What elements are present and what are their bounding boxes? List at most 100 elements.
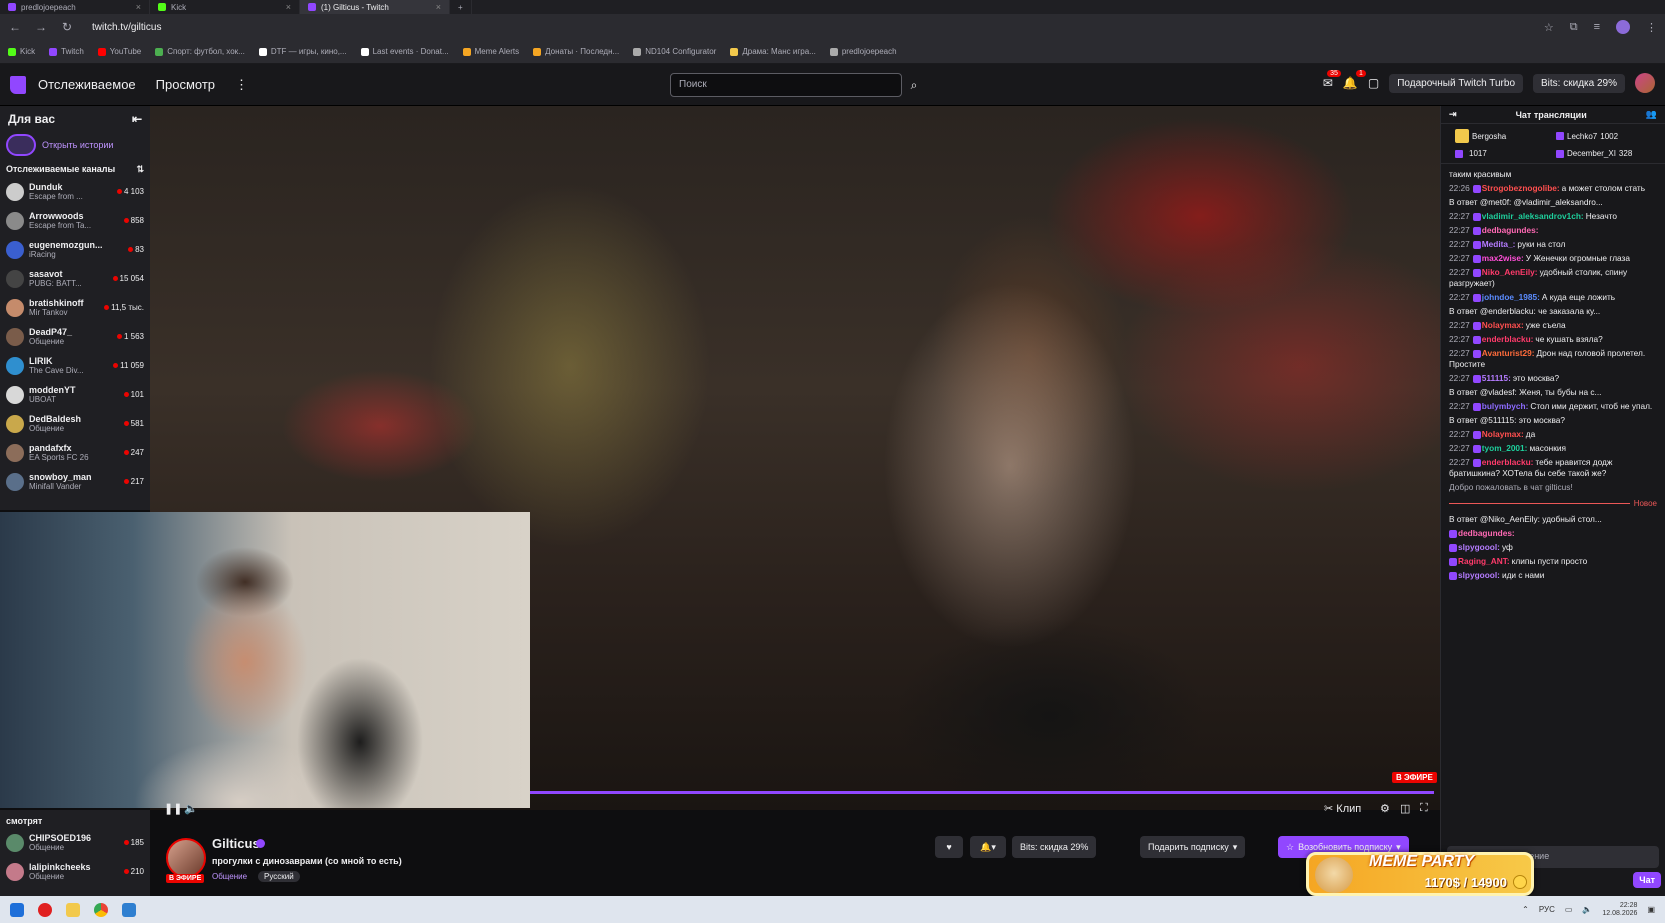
message-user[interactable]: Nolaymax: (1482, 429, 1524, 439)
sidebar-channel[interactable]: sasavot PUBG: BATT... 15 054 (0, 264, 150, 293)
back-icon[interactable]: ← (8, 20, 22, 34)
volume-icon[interactable]: 🔈 (184, 802, 198, 815)
collapse-chat-icon[interactable]: ⇥ (1449, 109, 1457, 120)
nav-more-icon[interactable]: ⋮ (235, 77, 248, 93)
fullscreen-icon[interactable]: ⛶ (1420, 802, 1428, 815)
theatre-mode-icon[interactable]: ◫ (1400, 802, 1410, 815)
message-user[interactable]: bulymbych: (1482, 401, 1529, 411)
sidebar-channel[interactable]: eugenemozgun... iRacing 83 (0, 235, 150, 264)
stream-tag[interactable]: Русский (258, 871, 300, 882)
leaderboard-entry[interactable]: Bergosha (1455, 127, 1550, 145)
stories-button[interactable]: Открыть истории (0, 132, 150, 158)
clock[interactable]: 22:28 12.08.2026 (1602, 902, 1637, 918)
tab-close-icon[interactable]: × (286, 2, 291, 12)
notifications-tray-icon[interactable]: ▣ (1647, 905, 1655, 914)
follow-heart-icon[interactable]: ♥ (935, 836, 963, 858)
tab-close-icon[interactable]: × (436, 2, 441, 12)
bookmark-item[interactable]: ND104 Configurator (633, 47, 716, 56)
leaderboard-entry[interactable]: 1017 (1455, 147, 1550, 160)
user-avatar[interactable] (1635, 73, 1655, 93)
reload-icon[interactable]: ↻ (60, 20, 74, 34)
tab-close-icon[interactable]: × (136, 2, 141, 12)
sidebar-channel[interactable]: pandafxfx EA Sports FC 26 247 (0, 438, 150, 467)
inbox-icon[interactable]: ✉ 35 (1323, 70, 1341, 90)
browser-tab[interactable]: (1) Gilticus - Twitch × (300, 0, 450, 14)
url-field[interactable]: twitch.tv/gilticus (92, 22, 161, 33)
network-icon[interactable]: ▭ (1565, 905, 1573, 914)
browser-menu-icon[interactable]: ⋮ (1646, 21, 1657, 34)
message-user[interactable]: Nolaymax: (1482, 320, 1524, 330)
message-user[interactable]: dedbagundes: (1482, 225, 1539, 235)
bookmark-star-icon[interactable]: ☆ (1544, 21, 1554, 34)
sidebar-channel[interactable]: DeadP47_ Общение 1 563 (0, 322, 150, 351)
leaderboard-entry[interactable]: December_XI 328 (1556, 147, 1651, 160)
message-user[interactable]: slpygoool: (1458, 542, 1500, 552)
twitch-logo-icon[interactable] (10, 75, 26, 94)
message-user[interactable]: Niko_AenEily: (1482, 267, 1538, 277)
streamer-name[interactable]: Gilticus (212, 836, 260, 851)
sidebar-channel[interactable]: LIRIK The Cave Div... 11 059 (0, 351, 150, 380)
message-user[interactable]: enderblacku: (1482, 457, 1534, 467)
bookmark-item[interactable]: predlojoepeach (829, 47, 897, 56)
sidebar-channel[interactable]: DedBaldesh Общение 581 (0, 409, 150, 438)
stream-category[interactable]: Общение (212, 872, 247, 881)
bookmark-item[interactable]: Meme Alerts (462, 47, 519, 56)
notifications-icon[interactable]: 🔔 1 (1343, 70, 1366, 90)
app-icon[interactable] (122, 902, 136, 917)
message-user[interactable]: vladimir_aleksandrov1ch: (1482, 211, 1584, 221)
chat-send-button[interactable]: Чат (1633, 872, 1661, 888)
search-icon[interactable]: ⌕ (903, 73, 925, 97)
sidebar-channel[interactable]: CHIPSOED196 Общение 185 (0, 828, 150, 857)
forward-icon[interactable]: → (34, 20, 48, 34)
chrome-icon[interactable] (94, 902, 108, 917)
player-progress-bar[interactable] (530, 791, 1434, 794)
message-user[interactable]: johndoe_1985: (1482, 292, 1540, 302)
clip-button[interactable]: ✂ Клип (1324, 802, 1361, 815)
extensions-icon[interactable]: ⧉ (1570, 21, 1578, 34)
pause-icon[interactable]: ❚❚ (164, 802, 182, 815)
bookmark-item[interactable]: Донаты · Последн... (533, 47, 619, 56)
file-explorer-icon[interactable] (66, 902, 80, 917)
media-icon[interactable]: ≡ (1594, 21, 1600, 33)
bits-button[interactable]: Bits: скидка 29% (1533, 73, 1625, 93)
message-user[interactable]: tyom_2001: (1482, 443, 1528, 453)
profile-avatar[interactable] (1616, 20, 1630, 34)
sort-icon[interactable]: ⇅ (136, 164, 144, 175)
message-user[interactable]: dedbagundes: (1458, 528, 1515, 538)
bookmark-item[interactable]: Драма: Манс игра... (730, 47, 816, 56)
message-user[interactable]: 511115: (1482, 373, 1511, 383)
streamer-avatar[interactable] (166, 838, 206, 878)
bookmark-item[interactable]: DTF — игры, кино,... (258, 47, 347, 56)
chat-users-icon[interactable]: 👥 (1646, 109, 1657, 120)
browser-tab[interactable]: predlojoepeach × (0, 0, 150, 14)
new-tab-button[interactable]: + (450, 0, 472, 14)
language-indicator[interactable]: РУС (1539, 905, 1555, 914)
message-user[interactable]: slpygoool: (1458, 570, 1500, 580)
search-input[interactable]: Поиск (670, 73, 902, 97)
sidebar-channel[interactable]: moddenYT UBOAT 101 (0, 380, 150, 409)
browser-tab[interactable]: Kick × (150, 0, 300, 14)
gift-sub-button[interactable]: Подарить подписку ▾ (1140, 836, 1246, 858)
bookmark-item[interactable]: YouTube (97, 47, 141, 56)
settings-icon[interactable]: ⚙ (1380, 802, 1390, 815)
whispers-icon[interactable]: ▢ (1368, 76, 1379, 90)
collapse-sidebar-icon[interactable]: ⇤ (132, 112, 142, 126)
nav-following[interactable]: Отслеживаемое (38, 77, 136, 92)
message-user[interactable]: Avanturist29: (1482, 348, 1535, 358)
bookmark-item[interactable]: Twitch (49, 47, 84, 56)
message-user[interactable]: max2wise: (1482, 253, 1524, 263)
sidebar-channel[interactable]: snowboy_man Minifall Vander 217 (0, 467, 150, 496)
sidebar-channel[interactable]: lalipinkcheeks Общение 210 (0, 857, 150, 886)
message-user[interactable]: Raging_ANT: (1458, 556, 1510, 566)
bookmark-item[interactable]: Спорт: футбол, хок... (155, 47, 245, 56)
notification-bell-icon[interactable]: 🔔▾ (970, 836, 1006, 858)
message-user[interactable]: Strogobeznogolibe: (1482, 183, 1560, 193)
message-user[interactable]: enderblacku: (1482, 334, 1534, 344)
nav-browse[interactable]: Просмотр (156, 77, 215, 92)
bookmark-item[interactable]: Kick (8, 47, 35, 56)
yandex-browser-icon[interactable] (38, 902, 52, 917)
sidebar-channel[interactable]: Arrowwoods Escape from Ta... 858 (0, 206, 150, 235)
gift-turbo-button[interactable]: Подарочный Twitch Turbo (1389, 73, 1524, 93)
sidebar-channel[interactable]: Dunduk Escape from ... 4 103 (0, 177, 150, 206)
windows-start-icon[interactable] (10, 902, 24, 917)
